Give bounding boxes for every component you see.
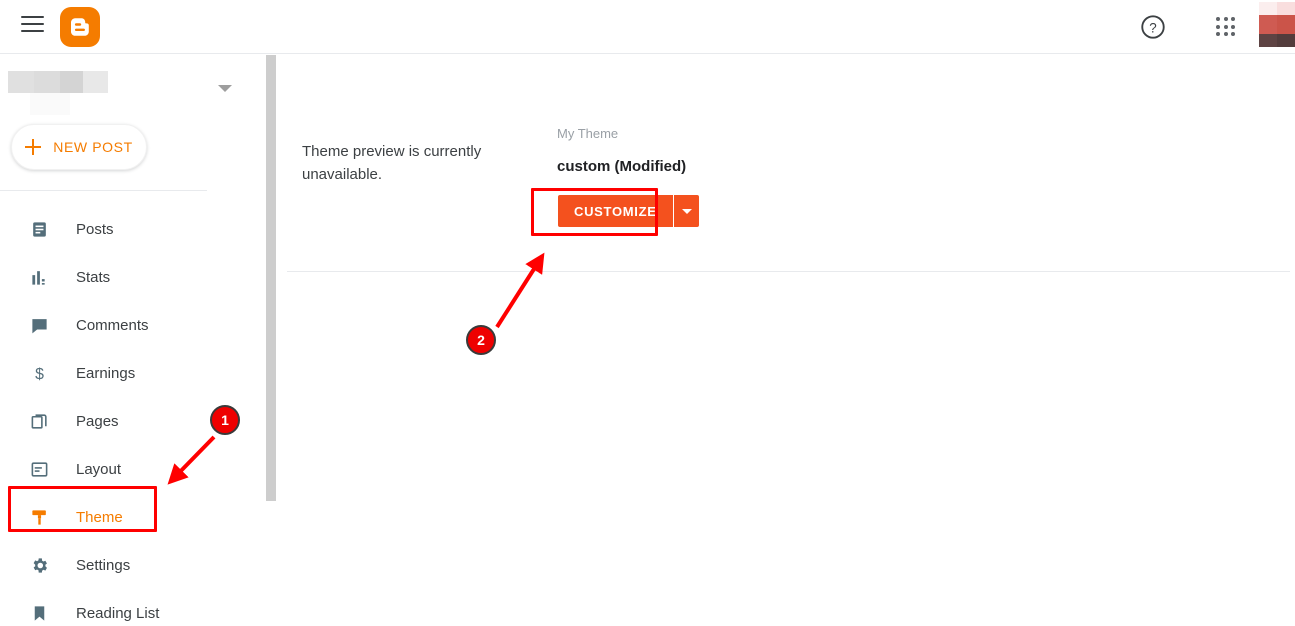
gear-icon <box>28 554 50 576</box>
svg-text:$: $ <box>35 366 44 383</box>
avatar-pixel <box>1259 15 1277 34</box>
sidebar-item-stats[interactable]: Stats <box>0 253 260 301</box>
redaction-block <box>8 71 34 93</box>
apps-dot <box>1216 24 1220 29</box>
sidebar-item-label: Comments <box>76 316 149 334</box>
apps-dot <box>1231 17 1236 21</box>
help-circle-icon[interactable]: ? <box>1139 13 1167 41</box>
sidebar-item-settings[interactable]: Settings <box>0 541 260 589</box>
sidebar-item-label: Layout <box>76 460 122 478</box>
chevron-down-icon[interactable] <box>218 85 232 92</box>
new-post-button[interactable]: NEW POST <box>11 124 147 170</box>
sidebar: NEW POST Posts Stats Comments $ Earnings… <box>0 55 268 626</box>
paint-roller-icon <box>28 506 50 528</box>
sidebar-scrollbar-thumb[interactable] <box>266 55 276 501</box>
sidebar-item-label: Stats <box>76 268 111 286</box>
apps-dot <box>1216 32 1220 37</box>
sidebar-item-comments[interactable]: Comments <box>0 301 260 349</box>
blogger-b-glyph <box>71 18 89 36</box>
avatar-pixel <box>1277 15 1295 34</box>
hamburger-menu-icon[interactable] <box>21 16 44 37</box>
sidebar-item-label: Reading List <box>76 604 160 622</box>
avatar-pixel <box>1259 34 1277 47</box>
sidebar-item-label: Settings <box>76 556 131 574</box>
redaction-block <box>83 71 108 93</box>
sidebar-divider <box>0 190 207 191</box>
sidebar-item-label: Earnings <box>76 364 136 382</box>
avatar-pixel <box>1259 2 1277 15</box>
comment-bubble-icon <box>28 314 50 336</box>
blog-selector[interactable] <box>0 55 260 135</box>
sidebar-item-reading-list[interactable]: Reading List <box>0 589 260 626</box>
my-theme-label: My Theme <box>557 126 619 141</box>
pages-copy-icon <box>28 410 50 432</box>
customize-dropdown-button[interactable] <box>673 195 699 227</box>
content-divider <box>287 271 1290 272</box>
avatar[interactable] <box>1259 2 1295 47</box>
current-theme-name: custom (Modified) <box>557 158 687 175</box>
callout-badge-1: 1 <box>210 405 240 435</box>
blogger-logo-icon[interactable] <box>60 7 100 47</box>
apps-dot <box>1231 24 1236 29</box>
blogger-theme-page: ? NEW POST Posts Stats Comments $ Earnin… <box>0 0 1295 626</box>
top-app-bar: ? <box>0 0 1295 54</box>
hamburger-bar <box>21 30 44 32</box>
hamburger-bar <box>21 23 44 25</box>
sidebar-item-label: Pages <box>76 412 119 430</box>
customize-button[interactable]: CUSTOMIZE <box>558 195 673 227</box>
dollar-icon: $ <box>28 362 50 384</box>
blog-title-redacted <box>8 71 108 93</box>
plus-icon <box>25 139 42 155</box>
sidebar-item-layout[interactable]: Layout <box>0 445 260 493</box>
svg-text:?: ? <box>1149 20 1156 35</box>
theme-preview-message: Theme preview is currently unavailable. <box>302 143 482 183</box>
sidebar-item-label: Posts <box>76 220 114 238</box>
callout-badge-2: 2 <box>466 325 496 355</box>
stats-bars-icon <box>28 266 50 288</box>
sidebar-item-theme[interactable]: Theme <box>0 493 260 541</box>
apps-dot <box>1223 17 1228 21</box>
apps-dot <box>1223 24 1228 29</box>
bookmark-icon <box>28 602 50 624</box>
apps-grid-icon[interactable] <box>1214 15 1238 39</box>
avatar-pixel <box>1277 2 1295 15</box>
new-post-label: NEW POST <box>53 139 133 155</box>
layout-icon <box>28 458 50 480</box>
sidebar-item-posts[interactable]: Posts <box>0 205 260 253</box>
apps-dot <box>1216 17 1220 21</box>
apps-dot <box>1231 32 1236 37</box>
sidebar-item-label: Theme <box>76 508 123 526</box>
blog-subtitle-redacted <box>30 93 70 115</box>
avatar-pixel <box>1277 34 1295 47</box>
redaction-block <box>34 71 60 93</box>
sidebar-item-earnings[interactable]: $ Earnings <box>0 349 260 397</box>
apps-dot <box>1223 32 1228 37</box>
customize-button-group: CUSTOMIZE <box>558 195 699 227</box>
posts-icon <box>28 218 50 240</box>
hamburger-bar <box>21 16 44 18</box>
main-content: Theme preview is currently unavailable. … <box>279 55 1295 626</box>
redaction-block <box>60 71 83 93</box>
